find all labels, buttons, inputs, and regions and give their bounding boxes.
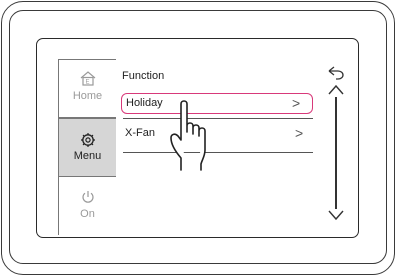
chevron-right-icon: > <box>292 95 301 111</box>
power-icon <box>82 191 94 203</box>
home-icon: E <box>80 71 96 86</box>
chevron-right-icon: > <box>295 125 304 141</box>
sidebar-item-on[interactable]: On <box>58 177 116 235</box>
gear-icon <box>81 133 95 147</box>
sidebar-item-label: Home <box>72 90 103 102</box>
list-item-label: Holiday <box>126 97 163 109</box>
sidebar-item-home[interactable]: E Home <box>58 59 116 118</box>
page-title: Function <box>122 70 165 82</box>
scrollbar[interactable] <box>335 97 337 209</box>
sidebar-item-label: Menu <box>73 150 102 162</box>
touch-screen: E Home Menu On Function Holiday > X-Fan … <box>36 38 359 238</box>
hand-pointer-icon <box>170 100 206 171</box>
back-arrow-icon[interactable] <box>326 65 346 81</box>
list-item-label: X-Fan <box>125 127 155 139</box>
chevron-down-icon[interactable] <box>327 209 345 221</box>
sidebar-item-menu[interactable]: Menu <box>58 118 116 177</box>
chevron-up-icon[interactable] <box>327 84 345 96</box>
svg-text:E: E <box>86 80 90 86</box>
sidebar-item-label: On <box>80 208 95 220</box>
